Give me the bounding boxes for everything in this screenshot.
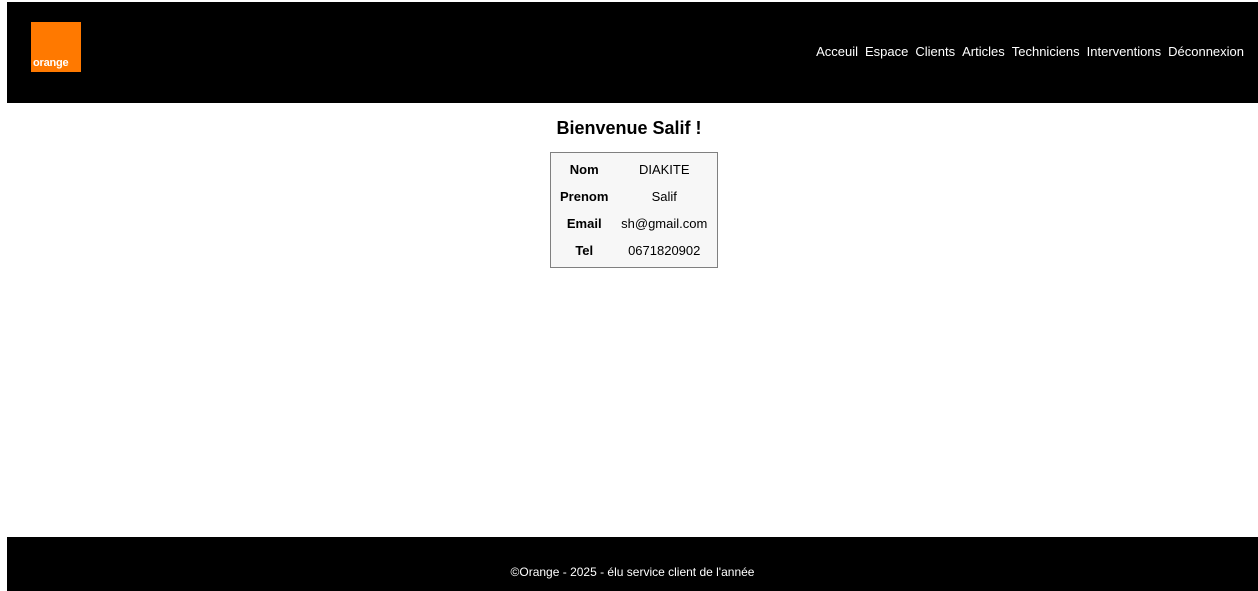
profile-value-prenom: Salif [651, 189, 677, 204]
table-row: Tel 0671820902 [554, 237, 714, 264]
profile-value-email: sh@gmail.com [621, 216, 708, 231]
table-row: Nom DIAKITE [554, 156, 714, 183]
nav-link-interventions[interactable]: Interventions [1087, 44, 1161, 60]
footer-bar: ©Orange - 2025 - élu service client de l… [7, 537, 1258, 591]
logo-text: orange [33, 57, 69, 69]
profile-label-prenom: Prenom [560, 189, 609, 204]
header-bar: orange Acceuil Espace Clients Articles T… [7, 2, 1258, 103]
table-row: Email sh@gmail.com [554, 210, 714, 237]
profile-label-tel: Tel [575, 243, 594, 258]
nav-link-acceuil[interactable]: Acceuil [816, 44, 858, 60]
orange-logo[interactable]: orange [31, 22, 81, 72]
main-nav: Acceuil Espace Clients Articles Technici… [809, 44, 1244, 60]
nav-link-deconnexion[interactable]: Déconnexion [1168, 44, 1244, 60]
footer-copyright: ©Orange - 2025 - élu service client de l… [510, 565, 755, 579]
table-row: Prenom Salif [554, 183, 714, 210]
nav-link-techniciens[interactable]: Techniciens [1012, 44, 1080, 60]
welcome-title: Bienvenue Salif ! [556, 118, 702, 138]
profile-label-nom: Nom [569, 162, 599, 177]
nav-link-articles[interactable]: Articles [962, 44, 1005, 60]
profile-value-nom: DIAKITE [638, 162, 690, 177]
nav-link-espace[interactable]: Espace [865, 44, 908, 60]
profile-label-email: Email [566, 216, 602, 231]
profile-value-tel: 0671820902 [628, 243, 701, 258]
profile-table: Nom DIAKITE Prenom Salif Email sh@gmail.… [550, 152, 718, 268]
page: orange Acceuil Espace Clients Articles T… [0, 0, 1258, 591]
nav-link-clients[interactable]: Clients [915, 44, 955, 60]
